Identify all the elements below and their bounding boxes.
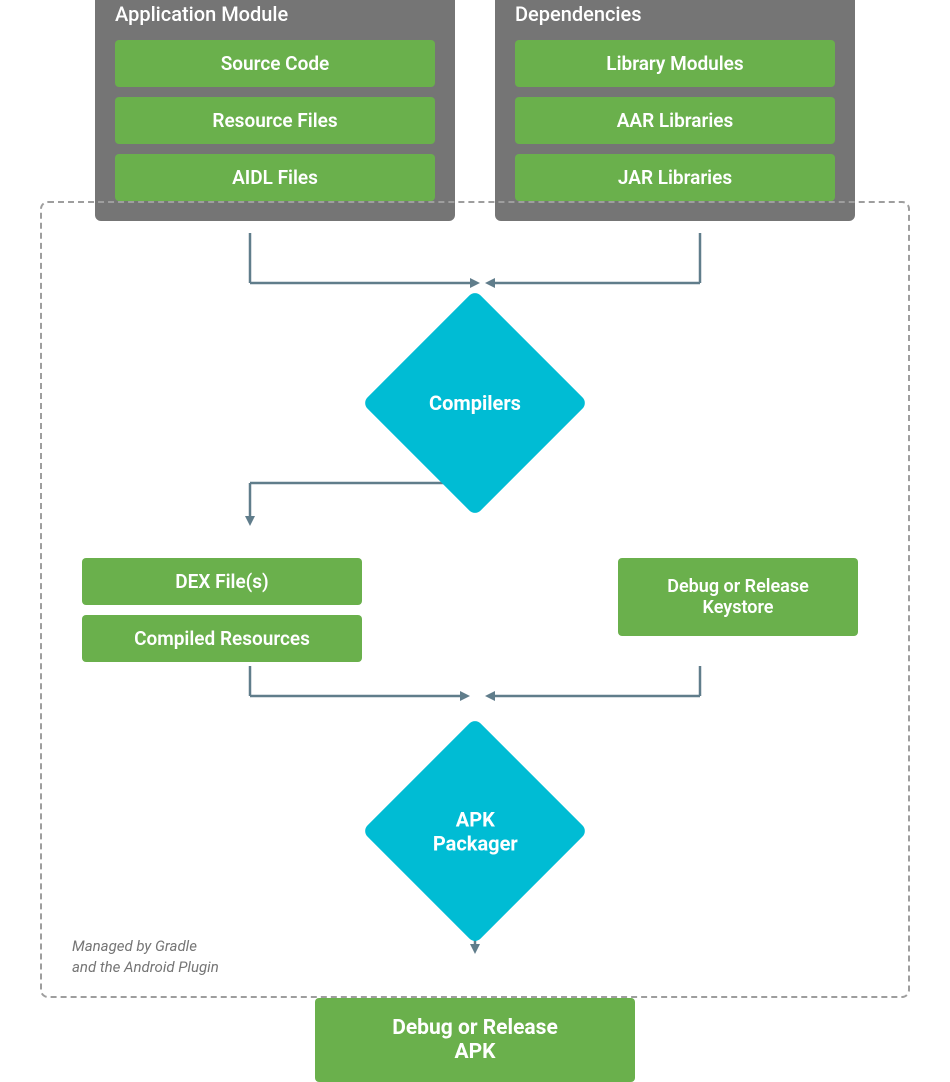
keystore-col: Debug or ReleaseKeystore [608,558,868,636]
dependencies-title: Dependencies [515,2,835,26]
build-diagram: Application Module Source Code Resource … [25,0,925,1082]
application-module-box: Application Module Source Code Resource … [95,0,455,221]
keystore-label: Debug or ReleaseKeystore [667,576,809,618]
gradle-label: Managed by Gradle and the Android Plugin [72,936,219,978]
compilers-wrapper: Compilers [72,323,878,483]
app-module-title: Application Module [115,2,435,26]
output-apk-box: Debug or ReleaseAPK [315,998,635,1082]
source-code-item: Source Code [115,40,435,87]
apk-packager-wrapper: APKPackager [72,751,878,911]
aidl-files-item: AIDL Files [115,154,435,201]
apk-packager-label: APKPackager [433,807,518,855]
resource-files-item: Resource Files [115,97,435,144]
output-row: Debug or ReleaseAPK [315,998,635,1082]
gradle-label-line2: and the Android Plugin [72,958,219,976]
inner-flow: Compilers DEX File(s) Compiled Resources… [72,233,878,956]
library-modules-item: Library Modules [515,40,835,87]
compilers-diamond: Compilers [362,290,588,516]
aar-libraries-item: AAR Libraries [515,97,835,144]
compiled-resources-box: Compiled Resources [82,615,362,662]
gradle-label-line1: Managed by Gradle [72,937,197,955]
top-row: Application Module Source Code Resource … [25,0,925,221]
to-apk-arrows-svg [70,666,880,721]
apk-packager-diamond: APKPackager [362,718,588,944]
gradle-managed-region: Compilers DEX File(s) Compiled Resources… [40,201,910,998]
compilers-label: Compilers [429,391,521,415]
jar-libraries-item: JAR Libraries [515,154,835,201]
keystore-box: Debug or ReleaseKeystore [618,558,858,636]
dependencies-box: Dependencies Library Modules AAR Librari… [495,0,855,221]
middle-row: DEX File(s) Compiled Resources Debug or … [72,558,878,662]
left-outputs: DEX File(s) Compiled Resources [82,558,362,662]
dex-files-box: DEX File(s) [82,558,362,605]
output-apk-label: Debug or ReleaseAPK [392,1016,558,1064]
